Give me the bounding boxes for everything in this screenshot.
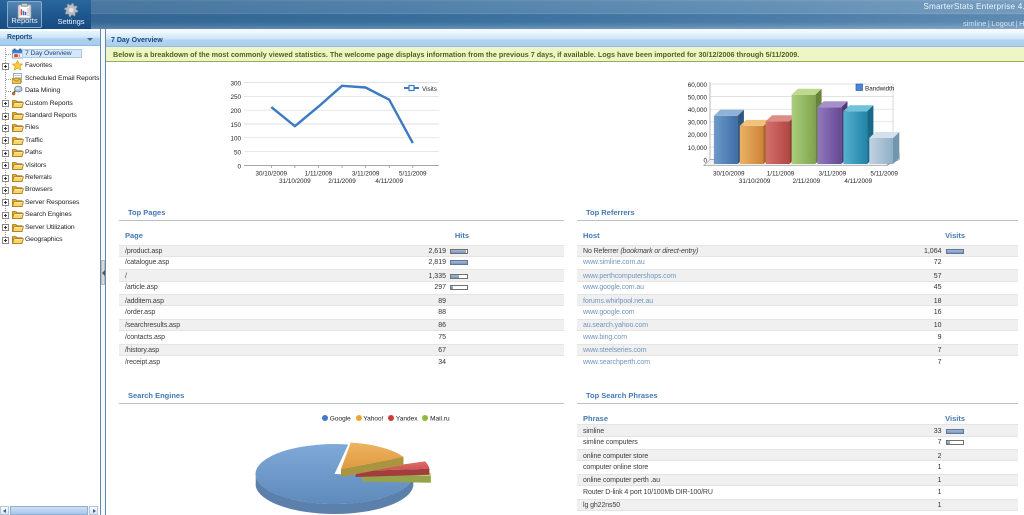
svg-text:5/11/2009: 5/11/2009 [399, 170, 427, 177]
svg-text:50: 50 [234, 150, 242, 157]
svg-text:1/11/2009: 1/11/2009 [305, 170, 333, 177]
svg-text:0: 0 [237, 163, 241, 170]
svg-text:4/11/2009: 4/11/2009 [375, 178, 403, 185]
svg-text:30,000: 30,000 [688, 120, 708, 127]
svg-text:1/11/2009: 1/11/2009 [767, 170, 795, 177]
svg-text:300: 300 [230, 80, 241, 87]
svg-text:5/11/2009: 5/11/2009 [870, 170, 898, 177]
svg-text:31/10/2009: 31/10/2009 [279, 178, 311, 185]
svg-text:31/10/2009: 31/10/2009 [739, 178, 771, 185]
svg-text:250: 250 [230, 94, 241, 101]
svg-text:100: 100 [230, 136, 241, 143]
svg-text:60,000: 60,000 [688, 82, 708, 89]
svg-text:50,000: 50,000 [688, 94, 708, 101]
svg-text:30/10/2009: 30/10/2009 [713, 170, 745, 177]
svg-text:40,000: 40,000 [688, 107, 708, 114]
svg-text:3/11/2009: 3/11/2009 [352, 170, 380, 177]
svg-text:10,000: 10,000 [688, 145, 708, 152]
svg-text:Bandwidth: Bandwidth [865, 86, 895, 93]
svg-text:4/11/2009: 4/11/2009 [844, 178, 872, 185]
svg-text:30/10/2009: 30/10/2009 [256, 170, 288, 177]
svg-text:2/11/2009: 2/11/2009 [793, 178, 821, 185]
svg-text:20,000: 20,000 [688, 132, 708, 139]
svg-text:150: 150 [230, 122, 241, 129]
svg-text:2/11/2009: 2/11/2009 [328, 178, 356, 185]
svg-text:Visits: Visits [422, 86, 437, 93]
svg-text:3/11/2009: 3/11/2009 [819, 170, 847, 177]
svg-text:0: 0 [703, 157, 707, 164]
svg-text:200: 200 [230, 108, 241, 115]
